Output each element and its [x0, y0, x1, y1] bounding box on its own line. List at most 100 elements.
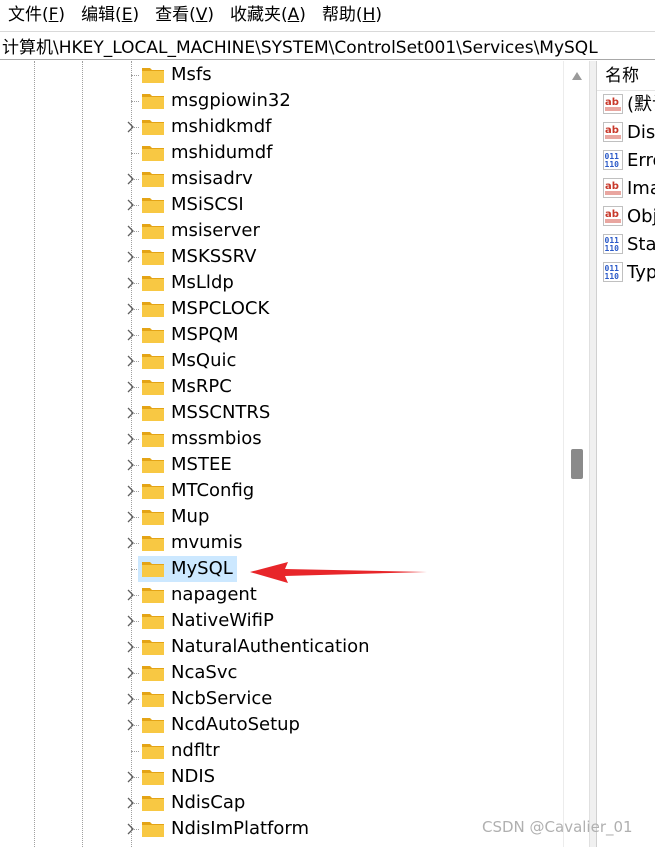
tree-connector: [131, 75, 139, 76]
tree-item-label: MSSCNTRS: [171, 402, 271, 423]
chevron-right-icon[interactable]: [123, 353, 137, 369]
tree-item-label: msgpiowin32: [171, 90, 291, 111]
chevron-right-icon[interactable]: [123, 483, 137, 499]
tree-item-label: MsRPC: [171, 376, 232, 397]
chevron-right-icon[interactable]: [123, 197, 137, 213]
registry-value-row[interactable]: 011 110 Start: [603, 232, 655, 258]
registry-value-row[interactable]: 011 110 Type: [603, 260, 655, 286]
menu-item-a[interactable]: 收藏夹(A): [222, 0, 314, 30]
tree-item-mspclock[interactable]: MSPCLOCK: [0, 296, 560, 322]
tree-item-label: Mup: [171, 506, 210, 527]
chevron-right-icon[interactable]: [123, 587, 137, 603]
column-header-name[interactable]: 名称: [597, 61, 655, 91]
chevron-right-icon[interactable]: [123, 639, 137, 655]
chevron-right-icon[interactable]: [123, 431, 137, 447]
menu-item-v[interactable]: 查看(V): [147, 0, 222, 30]
tree-item-ndiscap[interactable]: NdisCap: [0, 790, 560, 816]
chevron-right-icon[interactable]: [123, 275, 137, 291]
svg-text:110: 110: [605, 160, 620, 169]
chevron-right-icon[interactable]: [123, 535, 137, 551]
svg-text:ab: ab: [605, 181, 619, 192]
tree-item-mtconfig[interactable]: MTConfig: [0, 478, 560, 504]
tree-item-msiscsi[interactable]: MSiSCSI: [0, 192, 560, 218]
registry-value-row[interactable]: ab (默认): [603, 92, 655, 118]
tree-item-msiserver[interactable]: msiserver: [0, 218, 560, 244]
tree-item-mysql[interactable]: MySQL: [0, 556, 560, 582]
folder-icon: [141, 560, 165, 578]
tree-item-ndis[interactable]: NDIS: [0, 764, 560, 790]
scroll-up-icon[interactable]: [571, 71, 583, 81]
chevron-right-icon[interactable]: [123, 821, 137, 837]
tree-item-ndisimplatform[interactable]: NdisImPlatform: [0, 816, 560, 842]
chevron-right-icon[interactable]: [123, 405, 137, 421]
tree-item-mskssrv[interactable]: MSKSSRV: [0, 244, 560, 270]
registry-value-row[interactable]: ab ObjectName: [603, 204, 655, 230]
folder-icon: [141, 404, 165, 422]
tree-item-label: NdisImPlatform: [171, 818, 310, 839]
tree-item-msisadrv[interactable]: msisadrv: [0, 166, 560, 192]
chevron-right-icon[interactable]: [123, 249, 137, 265]
registry-value-name: ErrorControl: [627, 150, 655, 171]
folder-icon: [141, 430, 165, 448]
tree-item-mshidumdf[interactable]: mshidumdf: [0, 140, 560, 166]
tree-item-label: mvumis: [171, 532, 243, 553]
tree-item-nativewifip[interactable]: NativeWifiP: [0, 608, 560, 634]
string-value-icon: ab: [603, 205, 623, 226]
string-value-icon: ab: [603, 121, 623, 142]
address-bar[interactable]: 计算机\HKEY_LOCAL_MACHINE\SYSTEM\ControlSet…: [0, 31, 655, 60]
folder-icon: [141, 508, 165, 526]
tree-item-mup[interactable]: Mup: [0, 504, 560, 530]
tree-item-ncbservice[interactable]: NcbService: [0, 686, 560, 712]
scroll-thumb[interactable]: [571, 449, 583, 479]
tree-item-msquic[interactable]: MsQuic: [0, 348, 560, 374]
registry-value-row[interactable]: ab DisplayName: [603, 120, 655, 146]
tree-item-msfs[interactable]: Msfs: [0, 62, 560, 88]
folder-icon: [141, 248, 165, 266]
tree-item-mvumis[interactable]: mvumis: [0, 530, 560, 556]
chevron-right-icon[interactable]: [123, 379, 137, 395]
tree-item-mslldp[interactable]: MsLldp: [0, 270, 560, 296]
chevron-right-icon[interactable]: [123, 327, 137, 343]
tree-item-ncdautosetup[interactable]: NcdAutoSetup: [0, 712, 560, 738]
tree-item-label: MsLldp: [171, 272, 234, 293]
registry-value-row[interactable]: 011 110 ErrorControl: [603, 148, 655, 174]
tree-item-napagent[interactable]: napagent: [0, 582, 560, 608]
chevron-right-icon[interactable]: [123, 301, 137, 317]
tree-item-mspqm[interactable]: MSPQM: [0, 322, 560, 348]
tree-item-mstee[interactable]: MSTEE: [0, 452, 560, 478]
chevron-right-icon[interactable]: [123, 457, 137, 473]
tree-item-msscntrs[interactable]: MSSCNTRS: [0, 400, 560, 426]
folder-icon: [141, 378, 165, 396]
tree-item-naturalauthentication[interactable]: NaturalAuthentication: [0, 634, 560, 660]
chevron-right-icon[interactable]: [123, 223, 137, 239]
folder-icon: [141, 92, 165, 110]
tree-item-mshidkmdf[interactable]: mshidkmdf: [0, 114, 560, 140]
tree-item-ndfltr[interactable]: ndfltr: [0, 738, 560, 764]
chevron-right-icon[interactable]: [123, 769, 137, 785]
tree-item-label: MSKSSRV: [171, 246, 257, 267]
tree-item-label: msisadrv: [171, 168, 253, 189]
chevron-right-icon[interactable]: [123, 691, 137, 707]
tree-item-mssmbios[interactable]: mssmbios: [0, 426, 560, 452]
tree-item-msgpiowin32[interactable]: msgpiowin32: [0, 88, 560, 114]
registry-value-name: ObjectName: [627, 206, 655, 227]
registry-value-row[interactable]: ab ImagePath: [603, 176, 655, 202]
tree-item-label: mshidumdf: [171, 142, 273, 163]
tree-scrollbar[interactable]: [563, 61, 589, 847]
chevron-right-icon[interactable]: [123, 665, 137, 681]
menu-item-f[interactable]: 文件(F): [0, 0, 73, 30]
chevron-right-icon[interactable]: [123, 717, 137, 733]
tree-item-msrpc[interactable]: MsRPC: [0, 374, 560, 400]
tree-item-label: msiserver: [171, 220, 260, 241]
tree-item-ncasvc[interactable]: NcaSvc: [0, 660, 560, 686]
pane-splitter[interactable]: [589, 61, 597, 847]
chevron-right-icon[interactable]: [123, 171, 137, 187]
chevron-right-icon[interactable]: [123, 795, 137, 811]
menu-item-h[interactable]: 帮助(H): [314, 0, 390, 30]
registry-value-name: ImagePath: [627, 178, 655, 199]
chevron-right-icon[interactable]: [123, 509, 137, 525]
chevron-right-icon[interactable]: [123, 613, 137, 629]
values-pane: 名称 ab (默认) ab DisplayName 011 110 ErrorC…: [597, 61, 655, 847]
chevron-right-icon[interactable]: [123, 119, 137, 135]
menu-item-e[interactable]: 编辑(E): [73, 0, 147, 30]
